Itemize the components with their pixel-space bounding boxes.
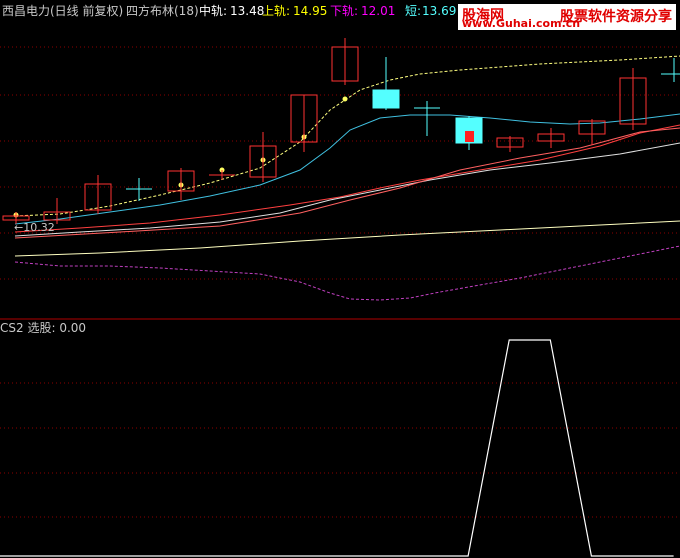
long-ma-line <box>14 220 680 257</box>
sub-chart-title: CS2 选股: <box>0 321 56 335</box>
candle <box>84 175 112 214</box>
sub-chart-value: 0.00 <box>59 321 87 335</box>
candle <box>209 170 235 180</box>
main-grid <box>0 46 680 280</box>
candle <box>661 58 680 82</box>
cs2-signal-line <box>0 339 674 557</box>
sub-grid <box>0 382 680 518</box>
candles <box>2 38 680 224</box>
chart-canvas[interactable] <box>0 0 680 558</box>
candle <box>496 136 524 152</box>
candle <box>372 57 400 110</box>
candle <box>290 94 318 152</box>
low-price-marker: ←10.32 <box>14 221 55 234</box>
ma-white-line <box>14 142 680 237</box>
candle <box>331 38 359 85</box>
candle <box>167 168 195 200</box>
sub-chart-header: CS2 选股: 0.00 <box>0 319 86 336</box>
candle <box>126 178 152 201</box>
candle <box>537 128 565 148</box>
mid-band-line <box>14 113 680 225</box>
candle-highlight <box>465 131 474 142</box>
lower-band-line <box>14 245 680 301</box>
ma-red-thin-line <box>14 127 680 239</box>
upper-band-line <box>14 55 680 217</box>
candle <box>414 101 440 136</box>
candle <box>249 132 277 182</box>
